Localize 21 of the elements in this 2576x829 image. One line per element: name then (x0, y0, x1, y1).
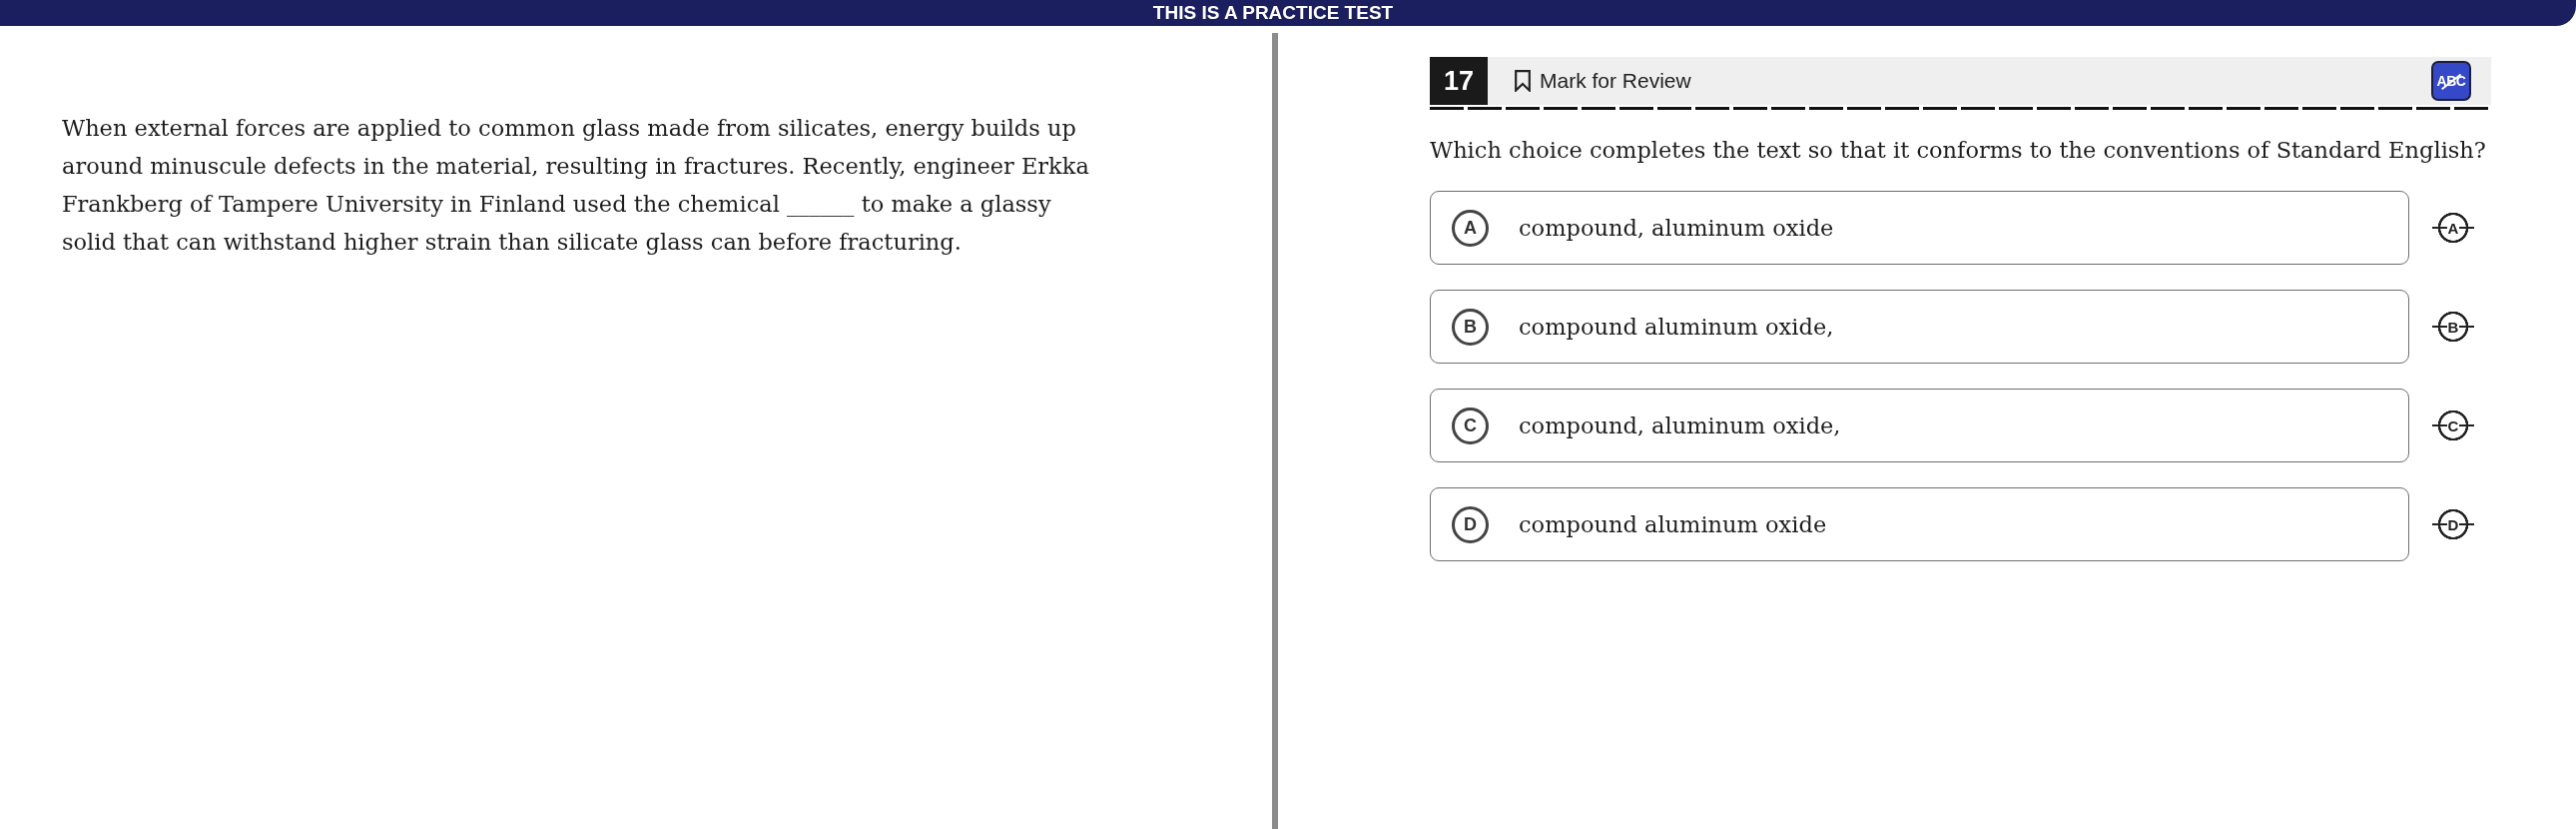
option-text: compound aluminum oxide (1519, 511, 1827, 537)
answer-option[interactable]: D compound aluminum oxide (1430, 487, 2409, 561)
option-text: compound aluminum oxide, (1519, 314, 1834, 340)
eliminate-option-button[interactable]: C (2432, 410, 2474, 441)
option-letter: D (1452, 505, 1489, 543)
question-number: 17 (1430, 57, 1488, 105)
option-letter: A (1452, 209, 1489, 247)
option-letter: B (1452, 308, 1489, 346)
answer-option[interactable]: C compound, aluminum oxide, (1430, 389, 2409, 462)
answer-option[interactable]: B compound aluminum oxide, (1430, 290, 2409, 364)
mark-for-review-button[interactable]: Mark for Review (1513, 65, 1693, 97)
eliminate-option-button[interactable]: D (2432, 508, 2474, 540)
passage-text: When external forces are applied to common glass made from silicates, energy builds up around minuscule defects in the material, resulting in fractures. Recently, engineer Erkka Frankberg of Tampere University in Finland used the chemical ______ to make a glassy solid that can withstand higher strain than silicate glass can before fracturing. (62, 114, 1090, 257)
eliminate-option-button[interactable]: B (2432, 311, 2474, 343)
practice-test-banner: THIS IS A PRACTICE TEST (0, 0, 2576, 26)
option-text: compound, aluminum oxide (1519, 215, 1834, 241)
option-text: compound, aluminum oxide, (1519, 413, 1841, 438)
eliminate-option-button[interactable]: A (2432, 212, 2474, 244)
question-text: Which choice completes the text so that it conforms to the conventions of Standard English? (1430, 136, 2487, 165)
answer-option[interactable]: A compound, aluminum oxide (1430, 191, 2409, 265)
option-letter: C (1452, 407, 1489, 444)
